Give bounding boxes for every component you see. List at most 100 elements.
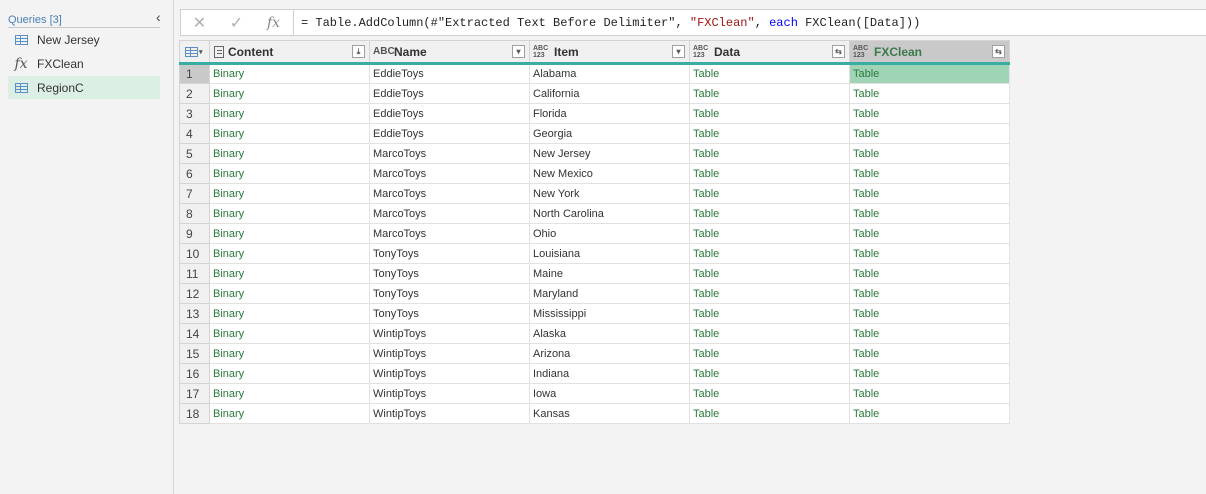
cell-content[interactable]: Binary xyxy=(209,383,370,404)
cell-fxclean[interactable]: Table xyxy=(849,83,1010,104)
row-number[interactable]: 4 xyxy=(179,123,210,144)
cell-fxclean[interactable]: Table xyxy=(849,243,1010,264)
row-number[interactable]: 5 xyxy=(179,143,210,164)
row-number[interactable]: 2 xyxy=(179,83,210,104)
cell-name[interactable]: WintipToys xyxy=(369,323,530,344)
cell-data[interactable]: Table xyxy=(689,323,850,344)
row-number[interactable]: 11 xyxy=(179,263,210,284)
cell-data[interactable]: Table xyxy=(689,83,850,104)
cell-data[interactable]: Table xyxy=(689,103,850,124)
row-number[interactable]: 14 xyxy=(179,323,210,344)
cell-content[interactable]: Binary xyxy=(209,263,370,284)
cell-item[interactable]: Ohio xyxy=(529,223,690,244)
row-number[interactable]: 8 xyxy=(179,203,210,224)
cell-fxclean[interactable]: Table xyxy=(849,103,1010,124)
cell-fxclean[interactable]: Table xyxy=(849,223,1010,244)
table-menu-button[interactable]: ▾ xyxy=(179,40,210,65)
cell-name[interactable]: MarcoToys xyxy=(369,183,530,204)
cell-data[interactable]: Table xyxy=(689,163,850,184)
cell-content[interactable]: Binary xyxy=(209,83,370,104)
cell-item[interactable]: California xyxy=(529,83,690,104)
cell-name[interactable]: MarcoToys xyxy=(369,143,530,164)
filter-dropdown-button[interactable]: ▾ xyxy=(512,45,525,58)
row-number[interactable]: 15 xyxy=(179,343,210,364)
row-number[interactable]: 18 xyxy=(179,403,210,424)
cell-name[interactable]: WintipToys xyxy=(369,343,530,364)
cancel-icon[interactable]: ✕ xyxy=(181,13,218,33)
cell-item[interactable]: Georgia xyxy=(529,123,690,144)
cell-fxclean[interactable]: Table xyxy=(849,283,1010,304)
cell-fxclean[interactable]: Table xyxy=(849,323,1010,344)
column-header-data[interactable]: ABC 123 Data ⇆ xyxy=(689,40,850,65)
cell-name[interactable]: TonyToys xyxy=(369,283,530,304)
cell-content[interactable]: Binary xyxy=(209,343,370,364)
cell-data[interactable]: Table xyxy=(689,263,850,284)
cell-content[interactable]: Binary xyxy=(209,403,370,424)
row-number[interactable]: 6 xyxy=(179,163,210,184)
cell-item[interactable]: New Mexico xyxy=(529,163,690,184)
cell-item[interactable]: Arizona xyxy=(529,343,690,364)
cell-name[interactable]: EddieToys xyxy=(369,63,530,84)
cell-content[interactable]: Binary xyxy=(209,103,370,124)
cell-item[interactable]: Kansas xyxy=(529,403,690,424)
cell-fxclean[interactable]: Table xyxy=(849,123,1010,144)
cell-data[interactable]: Table xyxy=(689,403,850,424)
cell-data[interactable]: Table xyxy=(689,223,850,244)
cell-data[interactable]: Table xyxy=(689,363,850,384)
cell-data[interactable]: Table xyxy=(689,243,850,264)
cell-fxclean[interactable]: Table xyxy=(849,363,1010,384)
cell-item[interactable]: Iowa xyxy=(529,383,690,404)
cell-data[interactable]: Table xyxy=(689,63,850,84)
cell-item[interactable]: Indiana xyxy=(529,363,690,384)
cell-name[interactable]: EddieToys xyxy=(369,123,530,144)
cell-name[interactable]: EddieToys xyxy=(369,103,530,124)
collapse-pane-icon[interactable]: ‹ xyxy=(156,9,161,25)
cell-fxclean[interactable]: Table xyxy=(849,63,1010,84)
cell-data[interactable]: Table xyxy=(689,343,850,364)
cell-content[interactable]: Binary xyxy=(209,243,370,264)
row-number[interactable]: 17 xyxy=(179,383,210,404)
cell-data[interactable]: Table xyxy=(689,183,850,204)
row-number[interactable]: 3 xyxy=(179,103,210,124)
cell-fxclean[interactable]: Table xyxy=(849,143,1010,164)
cell-content[interactable]: Binary xyxy=(209,183,370,204)
cell-item[interactable]: Alaska xyxy=(529,323,690,344)
cell-name[interactable]: EddieToys xyxy=(369,83,530,104)
cell-item[interactable]: New York xyxy=(529,183,690,204)
cell-item[interactable]: North Carolina xyxy=(529,203,690,224)
expand-binary-button[interactable]: ⤓ xyxy=(352,45,365,58)
row-number[interactable]: 13 xyxy=(179,303,210,324)
row-number[interactable]: 12 xyxy=(179,283,210,304)
cell-data[interactable]: Table xyxy=(689,383,850,404)
cell-data[interactable]: Table xyxy=(689,203,850,224)
row-number[interactable]: 10 xyxy=(179,243,210,264)
query-item-regionc[interactable]: RegionC xyxy=(8,76,160,99)
confirm-icon[interactable]: ✓ xyxy=(218,13,255,33)
formula-input[interactable]: = Table.AddColumn(#"Extracted Text Befor… xyxy=(301,16,920,30)
cell-fxclean[interactable]: Table xyxy=(849,343,1010,364)
cell-item[interactable]: Maryland xyxy=(529,283,690,304)
cell-fxclean[interactable]: Table xyxy=(849,203,1010,224)
cell-content[interactable]: Binary xyxy=(209,163,370,184)
expand-column-button[interactable]: ⇆ xyxy=(992,45,1005,58)
cell-name[interactable]: MarcoToys xyxy=(369,203,530,224)
query-item-fxclean[interactable]: fx FXClean xyxy=(8,52,160,75)
expand-column-button[interactable]: ⇆ xyxy=(832,45,845,58)
cell-data[interactable]: Table xyxy=(689,283,850,304)
column-header-item[interactable]: ABC 123 Item ▾ xyxy=(529,40,690,65)
cell-name[interactable]: TonyToys xyxy=(369,303,530,324)
cell-name[interactable]: WintipToys xyxy=(369,363,530,384)
cell-fxclean[interactable]: Table xyxy=(849,163,1010,184)
cell-name[interactable]: WintipToys xyxy=(369,403,530,424)
filter-dropdown-button[interactable]: ▾ xyxy=(672,45,685,58)
cell-name[interactable]: WintipToys xyxy=(369,383,530,404)
cell-name[interactable]: TonyToys xyxy=(369,243,530,264)
cell-content[interactable]: Binary xyxy=(209,63,370,84)
cell-fxclean[interactable]: Table xyxy=(849,403,1010,424)
cell-content[interactable]: Binary xyxy=(209,323,370,344)
cell-fxclean[interactable]: Table xyxy=(849,303,1010,324)
cell-item[interactable]: Louisiana xyxy=(529,243,690,264)
query-item-new-jersey[interactable]: New Jersey xyxy=(8,28,160,51)
cell-item[interactable]: Florida xyxy=(529,103,690,124)
cell-fxclean[interactable]: Table xyxy=(849,263,1010,284)
